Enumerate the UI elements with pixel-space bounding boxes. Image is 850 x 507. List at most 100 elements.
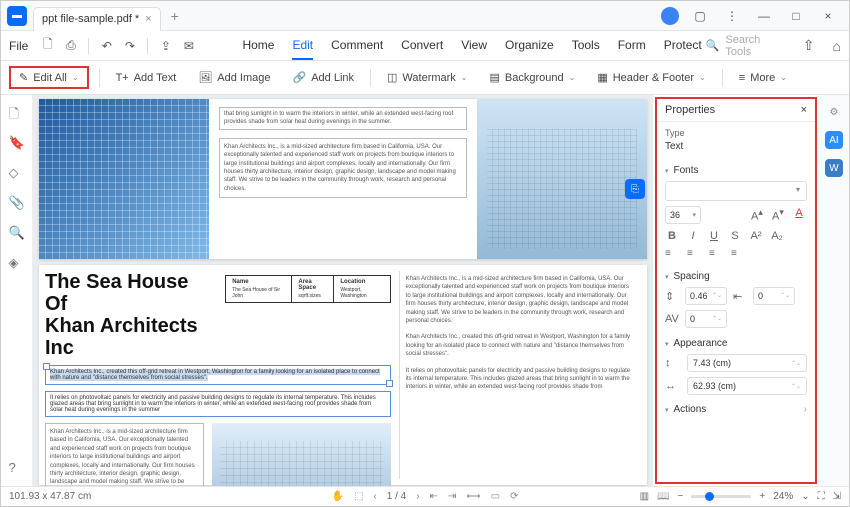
tab-tools[interactable]: Tools <box>572 38 600 53</box>
font-size-select[interactable]: 36 <box>665 206 701 224</box>
align-center-icon[interactable]: ≡ <box>687 248 701 260</box>
word-export-icon[interactable]: W <box>825 159 843 177</box>
superscript-button[interactable]: A² <box>749 230 763 242</box>
bookmarks-icon[interactable]: 🔖 <box>9 135 25 151</box>
edit-all-button[interactable]: ✎ Edit All ⌄ <box>9 66 89 89</box>
tab-edit[interactable]: Edit <box>292 38 313 60</box>
fit-width-icon[interactable]: ⟷ <box>466 491 480 502</box>
header-footer-button[interactable]: ▦ Header & Footer ⌄ <box>591 68 711 87</box>
italic-button[interactable]: I <box>686 230 700 242</box>
tab-home[interactable]: Home <box>242 38 274 53</box>
next-page-icon[interactable]: › <box>416 491 419 502</box>
new-tab-button[interactable]: + <box>171 8 179 24</box>
more-button[interactable]: ≡ More ⌄ <box>733 69 793 87</box>
file-menu[interactable]: File <box>9 39 28 53</box>
search-tools[interactable]: 🔍 Search Tools <box>706 34 785 58</box>
comments-icon[interactable]: ◇ <box>9 165 25 181</box>
selected-text-block[interactable]: Khan Architects Inc., created this off-g… <box>45 365 391 385</box>
settings-icon[interactable]: ⚙ <box>825 103 843 121</box>
tab-organize[interactable]: Organize <box>505 38 554 53</box>
minimize-button[interactable]: — <box>753 9 775 23</box>
document-canvas[interactable]: that bring sunlight in to warm the inter… <box>33 95 653 486</box>
tab-protect[interactable]: Protect <box>664 38 702 53</box>
width-input[interactable]: 62.93 (cm) <box>687 377 807 395</box>
appearance-section[interactable]: Appearance <box>665 333 807 354</box>
char-spacing-input[interactable]: 0 <box>685 310 727 328</box>
ai-tool-icon[interactable]: AI <box>825 131 843 149</box>
doc-title-line2[interactable]: Khan Architects Inc <box>45 315 215 359</box>
info-table[interactable]: NameThe Sea House of Sir John Area Space… <box>225 275 390 303</box>
layers-icon[interactable]: ◈ <box>9 255 25 271</box>
subscript-button[interactable]: A₂ <box>770 230 784 242</box>
zoom-in-icon[interactable]: + <box>759 491 765 502</box>
increase-font-icon[interactable]: A▴ <box>749 207 765 223</box>
fit-page-icon[interactable]: ▭ <box>491 491 500 502</box>
background-button[interactable]: ▤ Background ⌄ <box>484 68 582 87</box>
mail-icon[interactable]: ✉ <box>179 36 198 56</box>
zoom-value[interactable]: 24% <box>773 491 793 502</box>
add-text-button[interactable]: T+ Add Text <box>110 69 183 87</box>
upload-icon[interactable]: ⇧ <box>803 37 815 54</box>
fonts-section[interactable]: Fonts <box>665 160 807 181</box>
font-color-icon[interactable]: A <box>791 207 807 223</box>
undo-icon[interactable]: ↶ <box>97 36 116 56</box>
copy-badge-icon[interactable]: ⎘ <box>625 179 645 199</box>
right-column[interactable]: Khan Architects Inc., is a mid-sized arc… <box>399 271 641 479</box>
read-mode-icon[interactable]: 📖 <box>657 491 669 502</box>
menu-icon[interactable]: ▢ <box>689 9 711 23</box>
document-tab[interactable]: ppt file-sample.pdf * × <box>33 7 161 31</box>
tab-form[interactable]: Form <box>618 38 646 53</box>
add-link-button[interactable]: 🔗 Add Link <box>287 68 361 87</box>
add-image-button[interactable]: 🖼 Add Image <box>192 68 276 87</box>
indent-input[interactable]: 0 <box>753 287 795 305</box>
share-icon[interactable]: ⇪ <box>156 36 175 56</box>
align-left-icon[interactable]: ≡ <box>665 248 679 260</box>
save-icon[interactable]: 🗋 <box>38 36 57 56</box>
search-panel-icon[interactable]: 🔍 <box>9 225 25 241</box>
close-panel-icon[interactable]: × <box>801 104 807 116</box>
kebab-menu-icon[interactable]: ⋮ <box>721 9 743 23</box>
tab-comment[interactable]: Comment <box>331 38 383 53</box>
maximize-button[interactable]: □ <box>785 9 807 23</box>
prev-page-icon[interactable]: ‹ <box>373 491 376 502</box>
align-justify-icon[interactable]: ≡ <box>731 248 745 260</box>
tab-convert[interactable]: Convert <box>401 38 443 53</box>
redo-icon[interactable]: ↷ <box>120 36 139 56</box>
decrease-font-icon[interactable]: A▾ <box>770 207 786 223</box>
home-icon[interactable]: ⌂ <box>833 38 841 54</box>
watermark-button[interactable]: ◫ Watermark ⌄ <box>381 68 473 87</box>
view-mode-icon[interactable]: ▥ <box>640 491 649 502</box>
zoom-out-icon[interactable]: − <box>678 491 684 502</box>
text-block[interactable]: Khan Architects Inc., is a mid-sized arc… <box>45 423 204 486</box>
underline-button[interactable]: U <box>707 230 721 242</box>
spacing-section[interactable]: Spacing <box>665 266 807 287</box>
text-block[interactable]: that bring sunlight in to warm the inter… <box>219 107 467 130</box>
select-tool-icon[interactable]: ⬚ <box>354 491 363 502</box>
collapse-icon[interactable]: ⇲ <box>833 491 841 502</box>
text-block[interactable]: Khan Architects Inc., is a mid-sized arc… <box>219 138 467 198</box>
rotate-icon[interactable]: ⟳ <box>510 491 518 502</box>
help-icon[interactable]: ? <box>9 460 25 476</box>
user-avatar-icon[interactable] <box>661 7 679 25</box>
doc-title-line1[interactable]: The Sea House Of <box>45 271 215 315</box>
last-page-icon[interactable]: ⇥ <box>448 491 456 502</box>
strike-button[interactable]: S <box>728 230 742 242</box>
attachments-icon[interactable]: 📎 <box>9 195 25 211</box>
line-spacing-input[interactable]: 0.46 <box>685 287 727 305</box>
text-block[interactable]: It relies on photovoltaic panels for ele… <box>45 391 391 417</box>
bold-button[interactable]: B <box>665 230 679 242</box>
height-input[interactable]: 7.43 (cm) <box>687 354 807 372</box>
hand-tool-icon[interactable]: ✋ <box>331 491 343 502</box>
tab-view[interactable]: View <box>461 38 487 53</box>
chevron-right-icon[interactable]: › <box>804 404 807 415</box>
thumbnails-icon[interactable]: 🗋 <box>9 105 25 121</box>
first-page-icon[interactable]: ⇤ <box>430 491 438 502</box>
align-right-icon[interactable]: ≡ <box>709 248 723 260</box>
print-icon[interactable]: ⎙ <box>61 36 80 56</box>
fullscreen-icon[interactable]: ⛶ <box>818 491 825 502</box>
zoom-slider[interactable] <box>691 495 751 498</box>
actions-section[interactable]: Actions <box>665 404 706 415</box>
font-family-select[interactable] <box>665 181 807 201</box>
close-window-button[interactable]: × <box>817 9 839 23</box>
close-tab-icon[interactable]: × <box>145 13 151 25</box>
